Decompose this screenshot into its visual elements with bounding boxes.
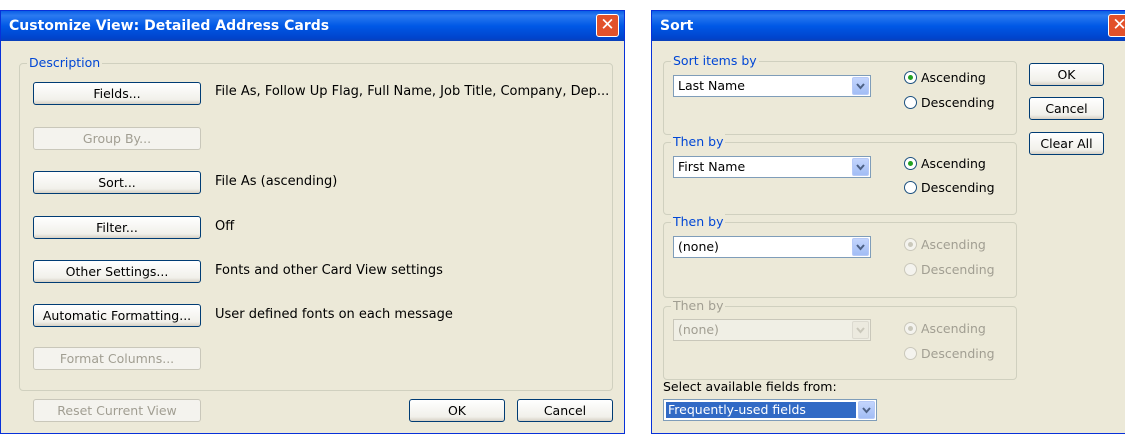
sort-3-descending-radio[interactable]: Descending (904, 262, 995, 277)
chevron-down-icon[interactable] (852, 77, 869, 95)
chevron-down-icon[interactable] (852, 238, 869, 256)
radio-label: Ascending (921, 321, 986, 336)
radio-label: Descending (921, 346, 995, 361)
fields-button[interactable]: Fields... (33, 82, 201, 105)
sort-value: File As (ascending) (215, 174, 338, 189)
chevron-down-icon[interactable] (852, 158, 869, 176)
radio-dot (904, 71, 917, 84)
other-settings-value: Fonts and other Card View settings (215, 263, 443, 278)
sort-4-descending-radio[interactable]: Descending (904, 346, 995, 361)
filter-button[interactable]: Filter... (33, 216, 201, 239)
sort-1-descending-radio[interactable]: Descending (904, 95, 995, 110)
group-by-button[interactable]: Group By... (33, 127, 201, 150)
sort-title: Sort (660, 18, 694, 34)
sort-field-2-select[interactable]: First Name (673, 156, 871, 178)
chevron-down-icon[interactable] (858, 401, 875, 419)
radio-label: Descending (921, 262, 995, 277)
sort-ok-button[interactable]: OK (1029, 63, 1104, 86)
radio-label: Ascending (921, 237, 986, 252)
then-by-label-1: Then by (671, 134, 726, 149)
sort-field-3-value: (none) (678, 239, 719, 254)
then-by-group-1: Then by (663, 134, 1017, 215)
ok-button[interactable]: OK (409, 399, 505, 422)
sort-1-ascending-radio[interactable]: Ascending (904, 70, 986, 85)
sort-2-ascending-radio[interactable]: Ascending (904, 156, 986, 171)
fields-value: File As, Follow Up Flag, Full Name, Job … (215, 84, 610, 99)
sort-cancel-button[interactable]: Cancel (1029, 97, 1104, 120)
sort-titlebar[interactable]: Sort ✕ (652, 11, 1125, 41)
radio-dot (904, 238, 917, 251)
sort-field-2-value: First Name (678, 159, 746, 174)
radio-dot (904, 263, 917, 276)
available-fields-select[interactable]: Frequently-used fields (663, 399, 877, 421)
description-label: Description (27, 55, 103, 70)
then-by-label-2: Then by (671, 214, 726, 229)
other-settings-button[interactable]: Other Settings... (33, 260, 201, 283)
close-icon[interactable]: ✕ (596, 14, 619, 37)
filter-value: Off (215, 219, 235, 234)
customize-view-title: Customize View: Detailed Address Cards (9, 18, 330, 34)
radio-label: Ascending (921, 156, 986, 171)
available-fields-value: Frequently-used fields (666, 402, 856, 418)
sort-field-3-select[interactable]: (none) (673, 236, 871, 258)
sort-dialog: Sort ✕ Sort items by Last Name Ascending… (651, 10, 1125, 434)
clear-all-button[interactable]: Clear All (1029, 132, 1104, 155)
radio-label: Ascending (921, 70, 986, 85)
automatic-formatting-value: User defined fonts on each message (215, 307, 453, 322)
sort-4-ascending-radio[interactable]: Ascending (904, 321, 986, 336)
radio-dot (904, 157, 917, 170)
radio-dot (904, 181, 917, 194)
format-columns-button[interactable]: Format Columns... (33, 347, 201, 370)
cancel-button[interactable]: Cancel (517, 399, 613, 422)
radio-dot (904, 347, 917, 360)
then-by-label-3: Then by (671, 298, 726, 313)
sort-2-descending-radio[interactable]: Descending (904, 180, 995, 195)
sort-field-4-select[interactable]: (none) (673, 319, 871, 341)
sort-field-1-select[interactable]: Last Name (673, 75, 871, 97)
chevron-down-icon (852, 321, 869, 339)
radio-dot (904, 96, 917, 109)
radio-label: Descending (921, 180, 995, 195)
sort-button[interactable]: Sort... (33, 171, 201, 194)
sort-field-1-value: Last Name (678, 78, 745, 93)
sort-3-ascending-radio[interactable]: Ascending (904, 237, 986, 252)
sort-field-4-value: (none) (678, 322, 719, 337)
reset-current-view-button[interactable]: Reset Current View (33, 399, 201, 422)
then-by-group-3: Then by (663, 298, 1017, 380)
sort-items-by-label: Sort items by (671, 53, 759, 68)
select-available-fields-label: Select available fields from: (663, 379, 837, 394)
close-icon[interactable]: ✕ (1108, 14, 1125, 37)
radio-label: Descending (921, 95, 995, 110)
then-by-group-2: Then by (663, 214, 1017, 298)
customize-view-titlebar[interactable]: Customize View: Detailed Address Cards ✕ (1, 11, 624, 41)
customize-view-dialog: Customize View: Detailed Address Cards ✕… (0, 10, 625, 434)
automatic-formatting-button[interactable]: Automatic Formatting... (33, 304, 201, 327)
radio-dot (904, 322, 917, 335)
